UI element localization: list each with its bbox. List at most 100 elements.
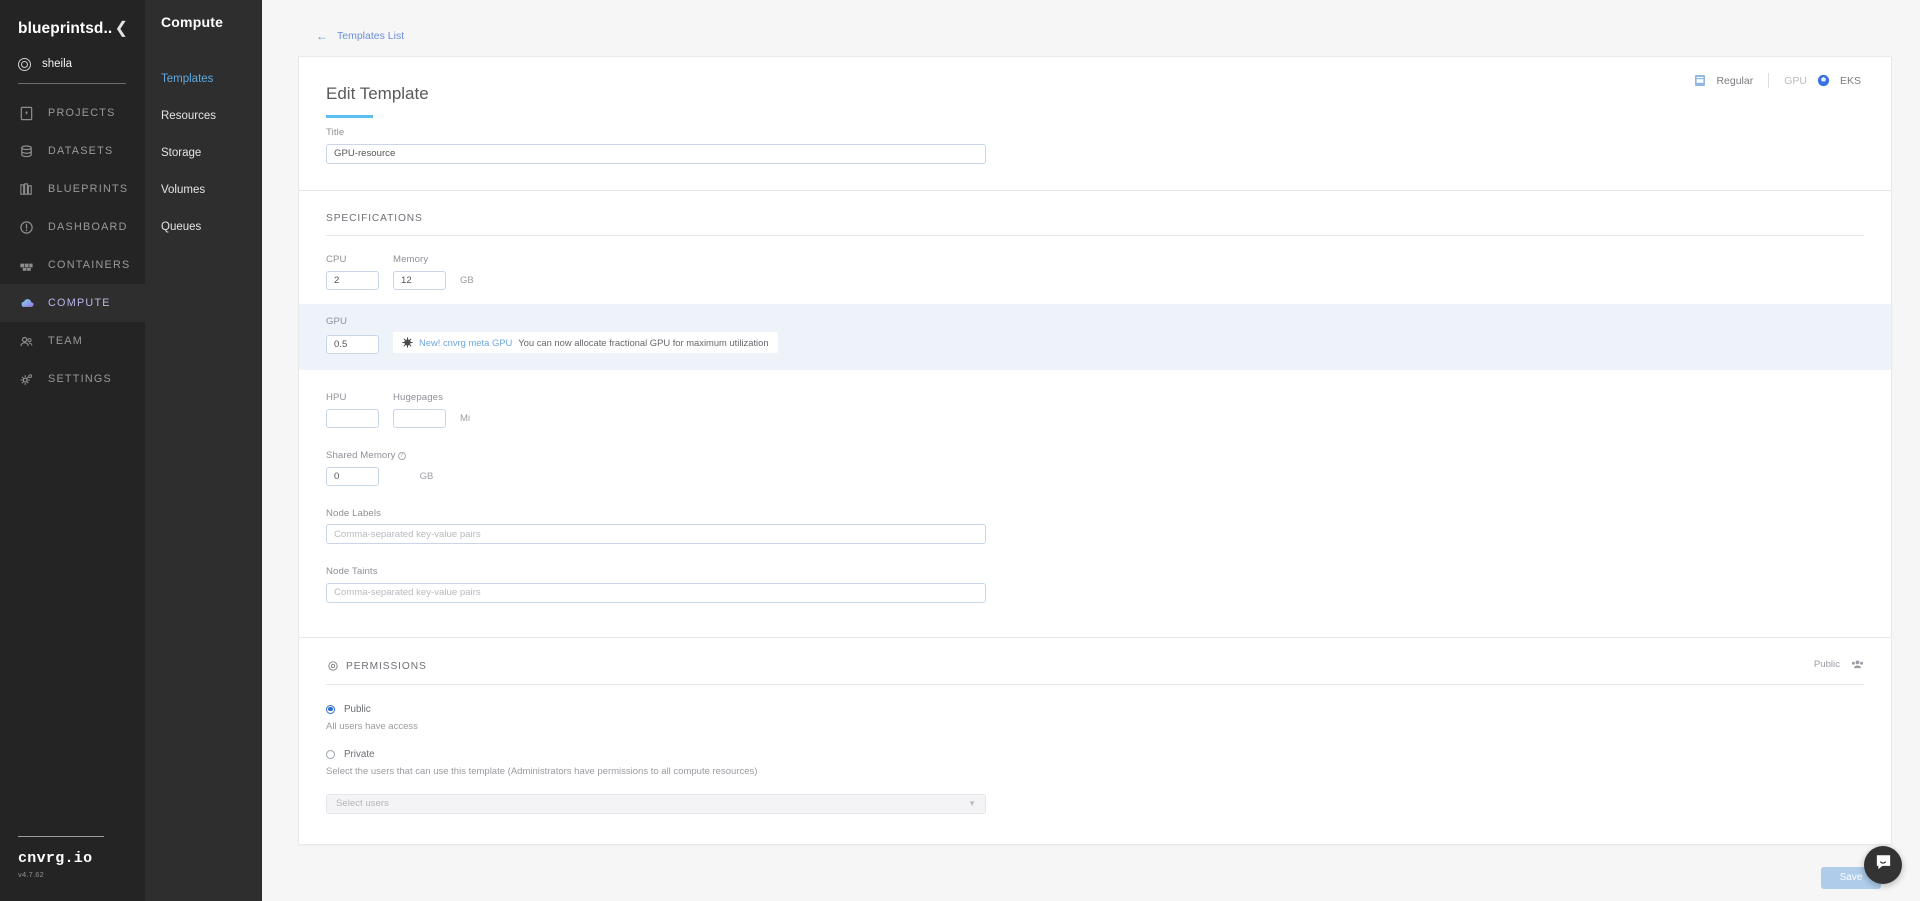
blueprints-icon (18, 181, 35, 198)
meta-gpu-icon (402, 336, 413, 348)
footer-bar: Save (262, 845, 1920, 901)
chat-launcher-button[interactable] (1864, 846, 1902, 884)
app-version: v4.7.62 (18, 870, 45, 879)
cnvrg-logo: cnvrg.io (18, 850, 93, 867)
meta-gpu-highlight: New! cnvrg meta GPU (419, 336, 513, 348)
sidebar-item-team[interactable]: TEAM (0, 322, 145, 360)
users-icon (1851, 658, 1864, 671)
hugepages-field: Hugepages (393, 392, 446, 428)
hpu-input[interactable] (326, 408, 379, 428)
user-avatar-icon (18, 57, 31, 71)
meta-gpu-notice: New! cnvrg meta GPU You can now allocate… (393, 331, 778, 353)
sidebar-item-label: TEAM (48, 335, 83, 347)
template-type-label: Regular (1716, 74, 1754, 87)
select-users-dropdown[interactable]: Select users ▼ (326, 793, 986, 814)
permissions-card: Public PERMISSIONS Public All users have… (298, 637, 1892, 845)
organization-name[interactable]: blueprintsd... (18, 20, 112, 38)
sidebar-item-containers[interactable]: CONTAINERS (0, 246, 145, 284)
containers-icon (18, 257, 35, 274)
hpu-hugepages-row: HPU Hugepages Mi (326, 392, 1864, 428)
card-header: Edit Template Regular GPU EKS (299, 57, 1891, 127)
title-input[interactable] (326, 143, 986, 164)
chevron-left-icon[interactable]: ❮ (112, 19, 131, 39)
permissions-icon (326, 660, 339, 673)
sidebar-item-label: DASHBOARD (48, 221, 128, 233)
sidebar-item-dashboard[interactable]: DASHBOARD (0, 208, 145, 246)
shared-memory-label-text: Shared Memory (326, 449, 396, 461)
public-radio-row[interactable]: Public (326, 704, 1864, 715)
gpu-input[interactable] (326, 334, 379, 354)
public-radio[interactable] (326, 704, 335, 714)
subnav-item-queues[interactable]: Queues (145, 208, 262, 245)
subnav-title: Compute (161, 14, 224, 30)
permissions-title-row: PERMISSIONS (326, 660, 1814, 673)
sidebar-item-label: BLUEPRINTS (48, 183, 129, 195)
sidebar-user[interactable]: sheila (0, 44, 145, 71)
subnav-item-storage[interactable]: Storage (145, 134, 262, 171)
node-taints-input[interactable] (326, 582, 986, 603)
subnav-item-label: Queues (161, 220, 202, 233)
node-labels-input[interactable] (326, 524, 986, 544)
permissions-body: Public All users have access Private Sel… (299, 685, 1891, 844)
private-help-text: Select the users that can use this templ… (326, 765, 758, 777)
shared-memory-unit: GB (419, 470, 434, 482)
sidebar-item-label: COMPUTE (48, 297, 111, 309)
arrow-left-icon[interactable]: ← (316, 30, 328, 42)
gpu-input-row: New! cnvrg meta GPU You can now allocate… (326, 331, 1864, 354)
sidebar-footer: cnvrg.io v4.7.62 (0, 836, 145, 901)
sidebar-item-label: PROJECTS (48, 107, 116, 119)
title-underline (326, 115, 373, 118)
permissions-status: Public (1814, 658, 1864, 671)
subnav-item-templates[interactable]: Templates (145, 60, 262, 97)
memory-field: Memory (393, 254, 446, 290)
private-radio[interactable] (326, 749, 335, 759)
specifications-title: SPECIFICATIONS (326, 212, 423, 224)
memory-input[interactable] (393, 270, 446, 290)
projects-icon (18, 105, 35, 122)
memory-unit: GB (460, 274, 474, 286)
subnav-item-volumes[interactable]: Volumes (145, 171, 262, 208)
node-labels-label: Node Labels (326, 507, 381, 519)
hugepages-input[interactable] (393, 408, 446, 428)
sidebar-item-label: CONTAINERS (48, 259, 131, 271)
permissions-title: PERMISSIONS (346, 660, 427, 672)
sidebar-top: blueprintsd... ❮ sheila (0, 0, 145, 84)
cpu-field: CPU (326, 254, 379, 290)
sidebar-item-datasets[interactable]: DATASETS (0, 132, 145, 170)
hugepages-unit: Mi (460, 412, 471, 424)
cpu-memory-row: CPU Memory GB (326, 254, 1864, 290)
permissions-header: Public PERMISSIONS (299, 638, 1891, 685)
cpu-input[interactable] (326, 270, 379, 290)
shared-memory-field: Shared Memory? (326, 450, 406, 486)
node-taints-field: Node Taints (326, 566, 1864, 603)
node-labels-field: Node Labels (326, 507, 1864, 544)
hpu-label: HPU (326, 391, 347, 403)
info-icon[interactable]: ? (397, 451, 406, 460)
breadcrumb-templates-list-link[interactable]: Templates List (337, 30, 404, 42)
memory-label: Memory (393, 253, 429, 265)
footer-divider (18, 836, 104, 837)
shared-memory-input[interactable] (326, 466, 379, 486)
sidebar-nav: PROJECTS DATASETS BLUEPRINTS DASHBOARD C… (0, 94, 145, 398)
sidebar-user-label: sheila (42, 58, 73, 70)
sidebar-item-blueprints[interactable]: BLUEPRINTS (0, 170, 145, 208)
sidebar-item-compute[interactable]: COMPUTE (0, 284, 145, 322)
sidebar-item-label: DATASETS (48, 145, 114, 157)
sidebar-item-settings[interactable]: SETTINGS (0, 360, 145, 398)
chevron-down-icon: ▼ (968, 799, 976, 808)
shared-memory-label: Shared Memory? (326, 450, 406, 461)
sidebar-item-projects[interactable]: PROJECTS (0, 94, 145, 132)
private-radio-row[interactable]: Private (326, 749, 1864, 760)
public-radio-label: Public (344, 703, 371, 715)
app-root: blueprintsd... ❮ sheila PROJECTS DATASET… (0, 0, 1920, 901)
select-users-placeholder: Select users (336, 798, 389, 809)
public-help-text: All users have access (326, 720, 418, 732)
edit-template-card: Edit Template Regular GPU EKS Title (298, 56, 1892, 191)
team-icon (18, 333, 35, 350)
breadcrumb: ← Templates List (262, 0, 1920, 48)
primary-sidebar: blueprintsd... ❮ sheila PROJECTS DATASET… (0, 0, 145, 901)
specifications-body: CPU Memory GB GPU (299, 236, 1891, 637)
sidebar-item-label: SETTINGS (48, 373, 112, 385)
subnav-item-resources[interactable]: Resources (145, 97, 262, 134)
sidebar-divider (18, 83, 126, 84)
